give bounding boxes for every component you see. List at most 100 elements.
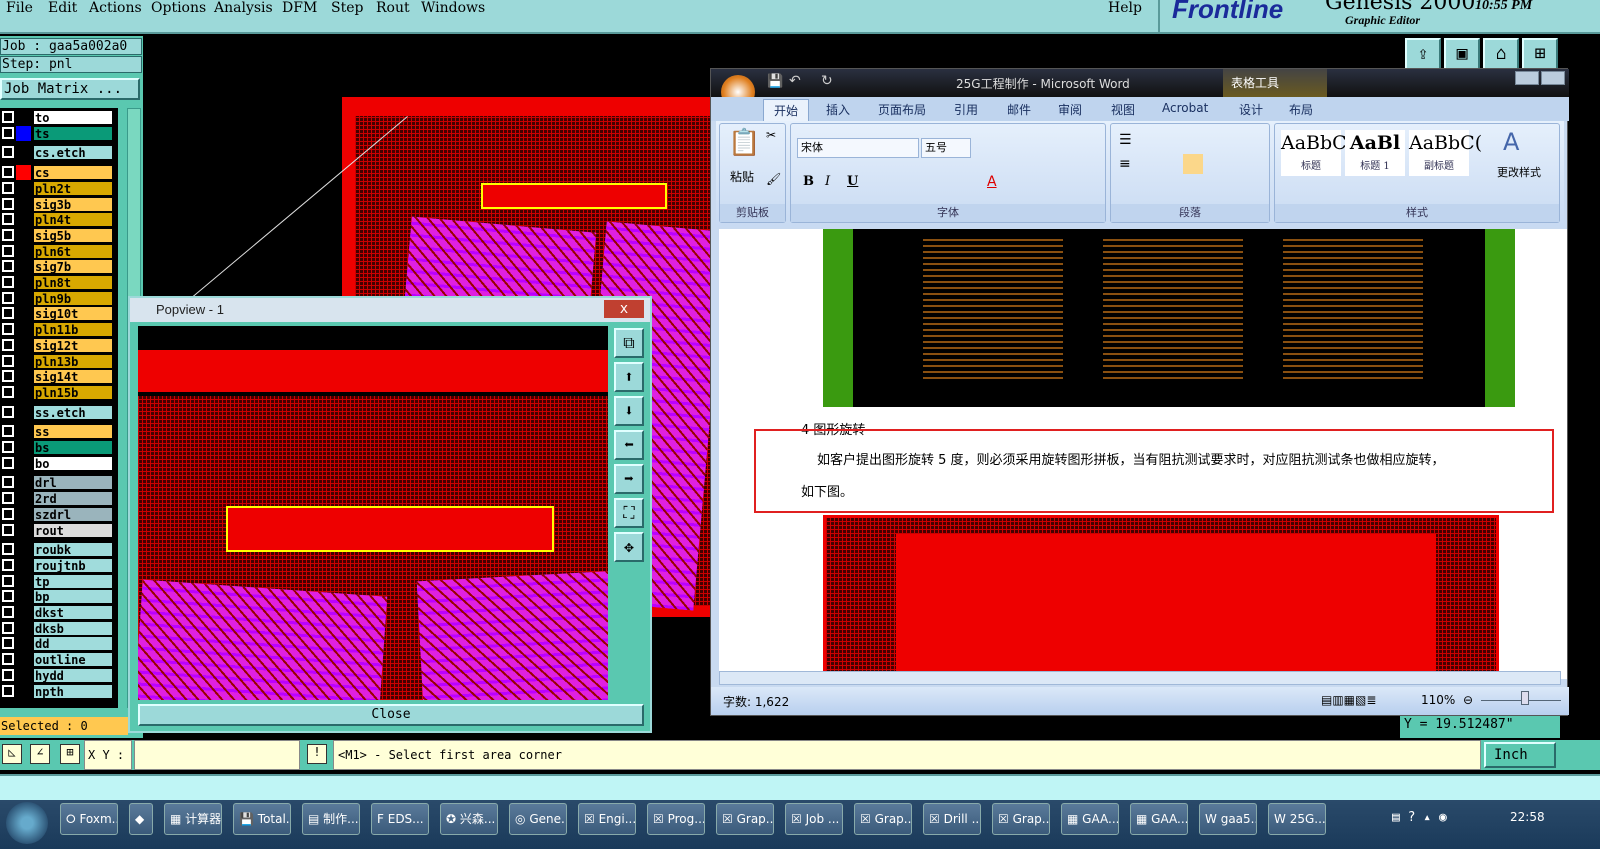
tab-page-layout[interactable]: 页面布局 bbox=[878, 101, 926, 118]
layer-checkbox[interactable] bbox=[2, 405, 14, 418]
layer-row[interactable]: pln15b bbox=[0, 384, 116, 400]
layer-name[interactable]: roubk bbox=[33, 542, 113, 558]
view-buttons[interactable]: ▤▥▦▧≣ bbox=[1321, 693, 1376, 707]
tray-icons[interactable]: ▤ ? ▴ ◉ bbox=[1392, 810, 1447, 825]
justify-icon[interactable] bbox=[1183, 154, 1203, 174]
tab-view[interactable]: 视图 bbox=[1111, 101, 1135, 118]
layer-color-swatch[interactable] bbox=[16, 385, 31, 400]
layer-checkbox[interactable] bbox=[2, 111, 14, 123]
popview-close-x[interactable]: x bbox=[604, 300, 644, 318]
layer-color-swatch[interactable] bbox=[16, 125, 31, 141]
layer-row[interactable]: pln6t bbox=[0, 243, 116, 259]
layer-name[interactable]: sig7b bbox=[33, 259, 113, 275]
save-icon[interactable]: 💾 bbox=[767, 74, 783, 89]
layer-name[interactable]: sig5b bbox=[33, 227, 113, 243]
layer-row[interactable]: pln9b bbox=[0, 290, 116, 306]
layer-name[interactable]: pln4t bbox=[33, 212, 113, 228]
change-styles-icon[interactable]: A bbox=[1503, 128, 1519, 156]
layer-color-swatch[interactable] bbox=[16, 110, 31, 125]
layer-row[interactable]: sig7b bbox=[0, 259, 116, 275]
taskbar-item[interactable]: ☒ Engi... bbox=[578, 803, 636, 835]
layer-checkbox[interactable] bbox=[2, 507, 14, 520]
layer-row[interactable]: hydd bbox=[0, 667, 116, 683]
tab-review[interactable]: 审阅 bbox=[1058, 101, 1082, 118]
layer-color-swatch[interactable] bbox=[16, 338, 31, 353]
layer-name[interactable]: pln11b bbox=[33, 322, 113, 338]
measure-icon[interactable]: ◺ bbox=[2, 744, 22, 764]
layer-color-swatch[interactable] bbox=[16, 456, 31, 471]
layer-name[interactable]: sig12t bbox=[33, 337, 113, 353]
layer-row[interactable]: sig10t bbox=[0, 306, 116, 322]
layer-row[interactable]: roubk bbox=[0, 542, 116, 558]
layer-checkbox[interactable] bbox=[2, 574, 14, 587]
layer-row[interactable]: bo bbox=[0, 455, 116, 471]
menu-rout[interactable]: Rout bbox=[376, 0, 410, 16]
menu-dfm[interactable]: DFM bbox=[282, 0, 317, 16]
taskbar-item[interactable]: ☒ Grap... bbox=[854, 803, 912, 835]
layer-row[interactable]: npth bbox=[0, 683, 116, 699]
layer-color-swatch[interactable] bbox=[16, 424, 31, 439]
bullets-icon[interactable]: ☰ bbox=[1119, 132, 1132, 148]
layer-checkbox[interactable] bbox=[2, 181, 14, 194]
layer-color-swatch[interactable] bbox=[16, 197, 31, 212]
font-color-icon[interactable]: A bbox=[987, 174, 997, 190]
document-area[interactable]: 4 图形旋转 如客户提出图形旋转 5 度，则必须采用旋转图形拼板，当有阻抗测试要… bbox=[719, 229, 1567, 679]
layer-color-swatch[interactable] bbox=[16, 668, 31, 683]
layer-row[interactable]: sig14t bbox=[0, 369, 116, 385]
layer-color-swatch[interactable] bbox=[16, 475, 31, 490]
taskbar-item[interactable]: ◆ bbox=[129, 803, 153, 835]
layer-checkbox[interactable] bbox=[2, 668, 14, 681]
layer-checkbox[interactable] bbox=[2, 476, 14, 489]
taskbar-item[interactable]: ▦ 计算器 bbox=[164, 803, 222, 835]
minimize-button[interactable] bbox=[1515, 71, 1539, 85]
bold-icon[interactable]: B bbox=[803, 174, 814, 189]
style-heading1[interactable]: AaBl 标题 1 bbox=[1345, 130, 1405, 176]
tab-design[interactable]: 设计 bbox=[1239, 101, 1263, 118]
layer-row[interactable]: pln2t bbox=[0, 180, 116, 196]
taskbar-item[interactable]: ▦ GAA... bbox=[1130, 803, 1188, 835]
layer-row[interactable]: pln13b bbox=[0, 353, 116, 369]
layer-name[interactable]: bo bbox=[33, 455, 113, 471]
menu-edit[interactable]: Edit bbox=[48, 0, 77, 16]
layer-name[interactable]: drl bbox=[33, 475, 113, 491]
layer-color-swatch[interactable] bbox=[16, 440, 31, 455]
xy-input[interactable] bbox=[134, 740, 300, 770]
style-subtitle[interactable]: AaBbC(副标题 bbox=[1409, 130, 1482, 176]
layer-name[interactable]: sig14t bbox=[33, 369, 113, 385]
layer-checkbox[interactable] bbox=[2, 543, 14, 556]
layer-row[interactable]: ss.etch bbox=[0, 404, 116, 420]
layer-color-swatch[interactable] bbox=[16, 145, 31, 160]
layer-row[interactable]: cs bbox=[0, 165, 116, 181]
layer-row[interactable]: drl bbox=[0, 475, 116, 491]
layer-row[interactable]: ss bbox=[0, 424, 116, 440]
taskbar-item[interactable]: ☒ Drill ... bbox=[923, 803, 981, 835]
layer-checkbox[interactable] bbox=[2, 213, 14, 226]
alert-icon[interactable]: ! bbox=[307, 744, 327, 764]
layer-checkbox[interactable] bbox=[2, 385, 14, 398]
pan-up-icon[interactable]: ⬆ bbox=[614, 362, 644, 392]
start-button[interactable] bbox=[6, 802, 48, 844]
menu-file[interactable]: File bbox=[6, 0, 33, 16]
layer-name[interactable]: szdrl bbox=[33, 506, 113, 522]
layer-name[interactable]: pln2t bbox=[33, 180, 113, 196]
zoom-home-icon[interactable]: ✥ bbox=[614, 532, 644, 562]
layer-checkbox[interactable] bbox=[2, 653, 14, 666]
tab-insert[interactable]: 插入 bbox=[826, 101, 850, 118]
underline-icon[interactable]: U bbox=[847, 174, 858, 189]
tab-home[interactable]: 开始 bbox=[763, 99, 810, 121]
grid-icon[interactable]: ⊞ bbox=[60, 744, 80, 764]
layer-name[interactable]: dkst bbox=[33, 605, 113, 620]
layer-color-swatch[interactable] bbox=[16, 291, 31, 306]
cut-icon[interactable]: ✂ bbox=[766, 128, 776, 142]
layer-row[interactable]: dd bbox=[0, 636, 116, 652]
taskbar-item[interactable]: ☒ Grap... bbox=[992, 803, 1050, 835]
layer-name[interactable]: dksb bbox=[33, 620, 113, 636]
layer-color-swatch[interactable] bbox=[16, 244, 31, 259]
layer-name[interactable]: pln13b bbox=[33, 353, 113, 369]
menu-analysis[interactable]: Analysis bbox=[214, 0, 273, 16]
layer-checkbox[interactable] bbox=[2, 492, 14, 505]
job-matrix-button[interactable]: Job Matrix ... bbox=[0, 78, 140, 100]
taskbar-item[interactable]: ▦ GAA... bbox=[1061, 803, 1119, 835]
layer-row[interactable]: dkst bbox=[0, 605, 116, 620]
redo-icon[interactable]: ↻ bbox=[821, 73, 833, 89]
